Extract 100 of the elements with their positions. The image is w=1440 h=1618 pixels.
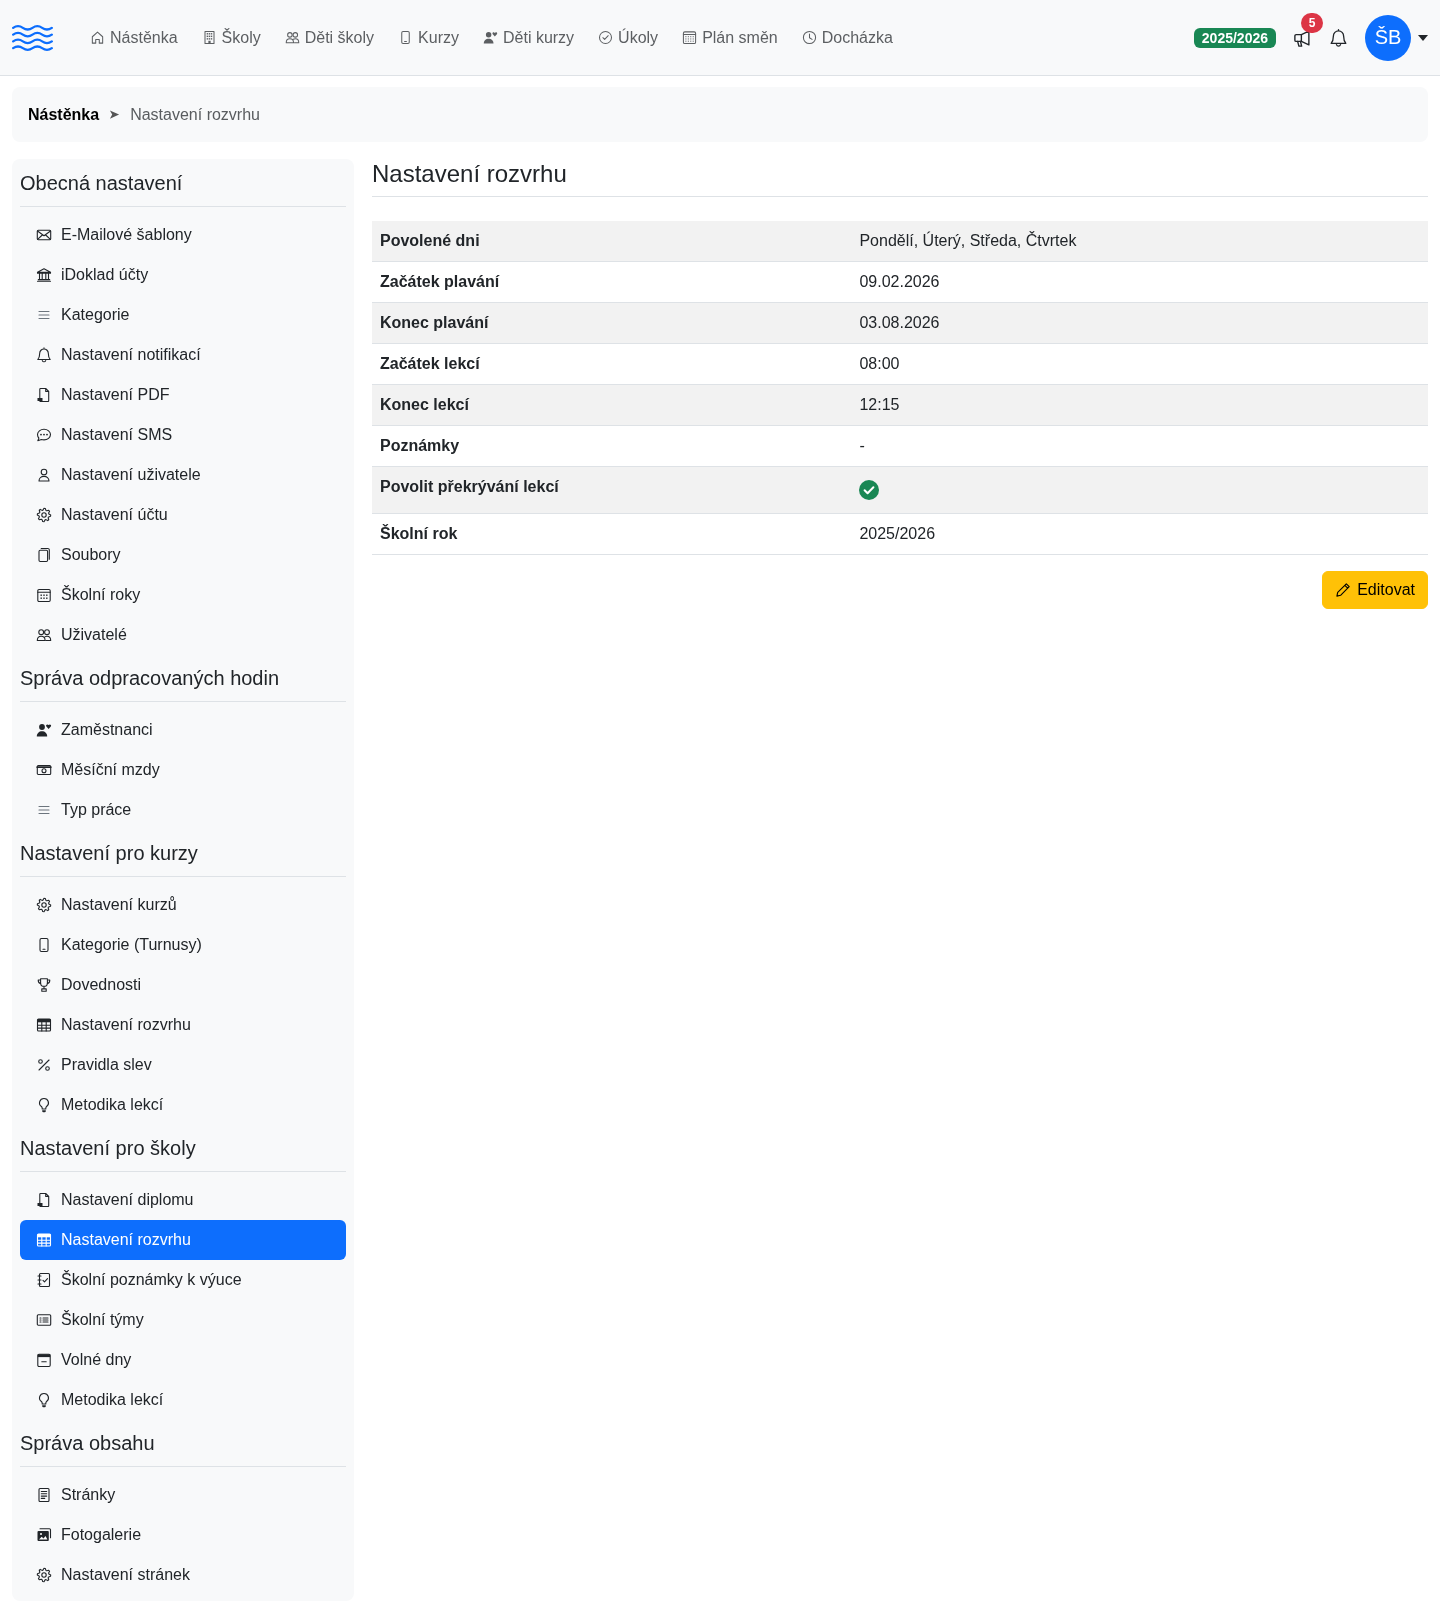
people-icon — [36, 627, 52, 643]
list-card-icon — [36, 1312, 52, 1328]
row-label: Poznámky — [372, 425, 852, 467]
breadcrumb-current: Nastavení rozvrhu — [130, 105, 260, 124]
people-icon — [284, 30, 300, 45]
calendar-icon — [36, 587, 52, 603]
sidebar-item[interactable]: Uživatelé — [20, 615, 346, 655]
clock-icon — [801, 30, 817, 45]
sidebar-item[interactable]: Soubory — [20, 535, 346, 575]
chat-icon — [36, 427, 52, 443]
row-value: Pondělí, Úterý, Středa, Čtvrtek — [851, 221, 1428, 262]
nav-link[interactable]: Kurzy — [386, 25, 471, 50]
lightbulb-icon — [36, 1097, 52, 1113]
section-heading: Nastavení pro kurzy — [20, 841, 199, 865]
nav-link[interactable]: Děti kurzy — [471, 25, 587, 50]
sidebar-item[interactable]: Nastavení rozvrhu — [20, 1220, 346, 1260]
percent-icon — [36, 1057, 52, 1073]
sidebar-item[interactable]: Nastavení SMS — [20, 415, 346, 455]
text-document-icon — [36, 1487, 52, 1503]
lightbulb-icon — [36, 1392, 52, 1408]
sidebar-item[interactable]: Nastavení PDF — [20, 375, 346, 415]
section-heading: Správa obsahu — [20, 1431, 156, 1455]
sidebar-item[interactable]: Měsíční mzdy — [20, 750, 346, 790]
pencil-icon — [1335, 582, 1352, 598]
waves-icon[interactable] — [12, 23, 53, 52]
sidebar-item[interactable]: Nastavení účtu — [20, 495, 346, 535]
table-icon — [36, 1017, 52, 1033]
row-label: Školní rok — [372, 513, 852, 555]
sidebar-item[interactable]: Pravidla slev — [20, 1045, 346, 1085]
person-heart-icon — [483, 30, 498, 45]
school-year-badge: 2025/2026 — [1193, 27, 1276, 48]
images-icon — [36, 1527, 52, 1543]
calendar-icon — [682, 30, 698, 45]
sidebar-item[interactable]: Zaměstnanci — [20, 710, 346, 750]
row-label: Začátek plavání — [372, 261, 852, 303]
count-badge: 5 — [1301, 12, 1323, 33]
row-label: Povolit překrývání lekcí — [372, 466, 852, 514]
page-title: Nastavení rozvrhu — [372, 159, 568, 188]
section-heading: Obecná nastavení — [20, 171, 184, 195]
sidebar-item[interactable]: Kategorie — [20, 295, 346, 335]
bank-icon — [36, 267, 52, 283]
check-circle-icon — [598, 30, 614, 45]
trophy-icon — [36, 977, 52, 993]
row-value: 03.08.2026 — [851, 302, 1428, 344]
gear-icon — [36, 897, 52, 913]
sidebar-item[interactable]: Nastavení stránek — [20, 1555, 346, 1595]
sidebar-item[interactable]: Fotogalerie — [20, 1515, 346, 1555]
row-value: 2025/2026 — [851, 513, 1428, 555]
sidebar-item[interactable]: Typ práce — [20, 790, 346, 830]
nav-link[interactable]: Děti školy — [272, 25, 387, 50]
document-icon — [36, 387, 52, 403]
sidebar-item[interactable]: Volné dny — [20, 1340, 346, 1380]
bell-icon — [36, 347, 52, 363]
section-heading: Nastavení pro školy — [20, 1136, 197, 1160]
section-heading: Správa odpracovaných hodin — [20, 666, 281, 690]
sidebar-item[interactable]: Metodika lekcí — [20, 1380, 346, 1420]
nav-link[interactable]: Docházka — [789, 25, 905, 50]
phone-icon — [36, 937, 52, 953]
files-icon — [36, 547, 52, 563]
sidebar-item[interactable]: Metodika lekcí — [20, 1085, 346, 1125]
sidebar-item[interactable]: Nastavení diplomu — [20, 1180, 346, 1220]
sidebar-item[interactable]: E-Mailové šablony — [20, 215, 346, 255]
separator-icon — [109, 109, 121, 120]
sidebar-item[interactable]: Nastavení kurzů — [20, 885, 346, 925]
sidebar-item[interactable]: Nastavení rozvrhu — [20, 1005, 346, 1045]
sidebar-item[interactable]: Nastavení uživatele — [20, 455, 346, 495]
breadcrumb-link[interactable]: Nástěnka — [28, 105, 100, 124]
sidebar-item[interactable]: Dovednosti — [20, 965, 346, 1005]
bell-icon[interactable] — [1329, 27, 1348, 48]
row-label: Povolené dni — [372, 221, 852, 262]
row-label: Konec plavání — [372, 302, 852, 344]
table-icon — [36, 1232, 52, 1248]
avatar[interactable]: ŠB — [1365, 14, 1411, 61]
sidebar-item[interactable]: Nastavení notifikací — [20, 335, 346, 375]
document-icon — [36, 1192, 52, 1208]
calendar-icon — [36, 1352, 52, 1368]
sidebar-item[interactable]: iDoklad účty — [20, 255, 346, 295]
sidebar-item[interactable]: Kategorie (Turnusy) — [20, 925, 346, 965]
caret-icon[interactable] — [1418, 34, 1428, 41]
gear-icon — [36, 507, 52, 523]
row-value: 08:00 — [851, 343, 1428, 385]
row-value: 09.02.2026 — [851, 261, 1428, 303]
envelope-icon — [36, 227, 52, 243]
sidebar-item[interactable]: Školní roky — [20, 575, 346, 615]
nav-link[interactable]: Plán směn — [670, 25, 790, 50]
gear-icon — [36, 1567, 52, 1583]
nav-link[interactable]: Úkoly — [586, 25, 671, 50]
edit-button[interactable]: Editovat — [1322, 571, 1428, 609]
person-heart-icon — [36, 722, 52, 738]
person-icon — [36, 467, 52, 483]
sidebar-item[interactable]: Stránky — [20, 1475, 346, 1515]
row-value: - — [851, 425, 1428, 467]
nav-link[interactable]: Školy — [189, 25, 273, 50]
sidebar-item[interactable]: Školní poznámky k výuce — [20, 1260, 346, 1300]
row-label: Konec lekcí — [372, 384, 852, 426]
row-label: Začátek lekcí — [372, 343, 852, 385]
cash-icon — [36, 762, 52, 778]
nav-link[interactable]: Nástěnka — [78, 25, 190, 50]
sidebar-item[interactable]: Školní týmy — [20, 1300, 346, 1340]
building-icon — [201, 30, 217, 45]
